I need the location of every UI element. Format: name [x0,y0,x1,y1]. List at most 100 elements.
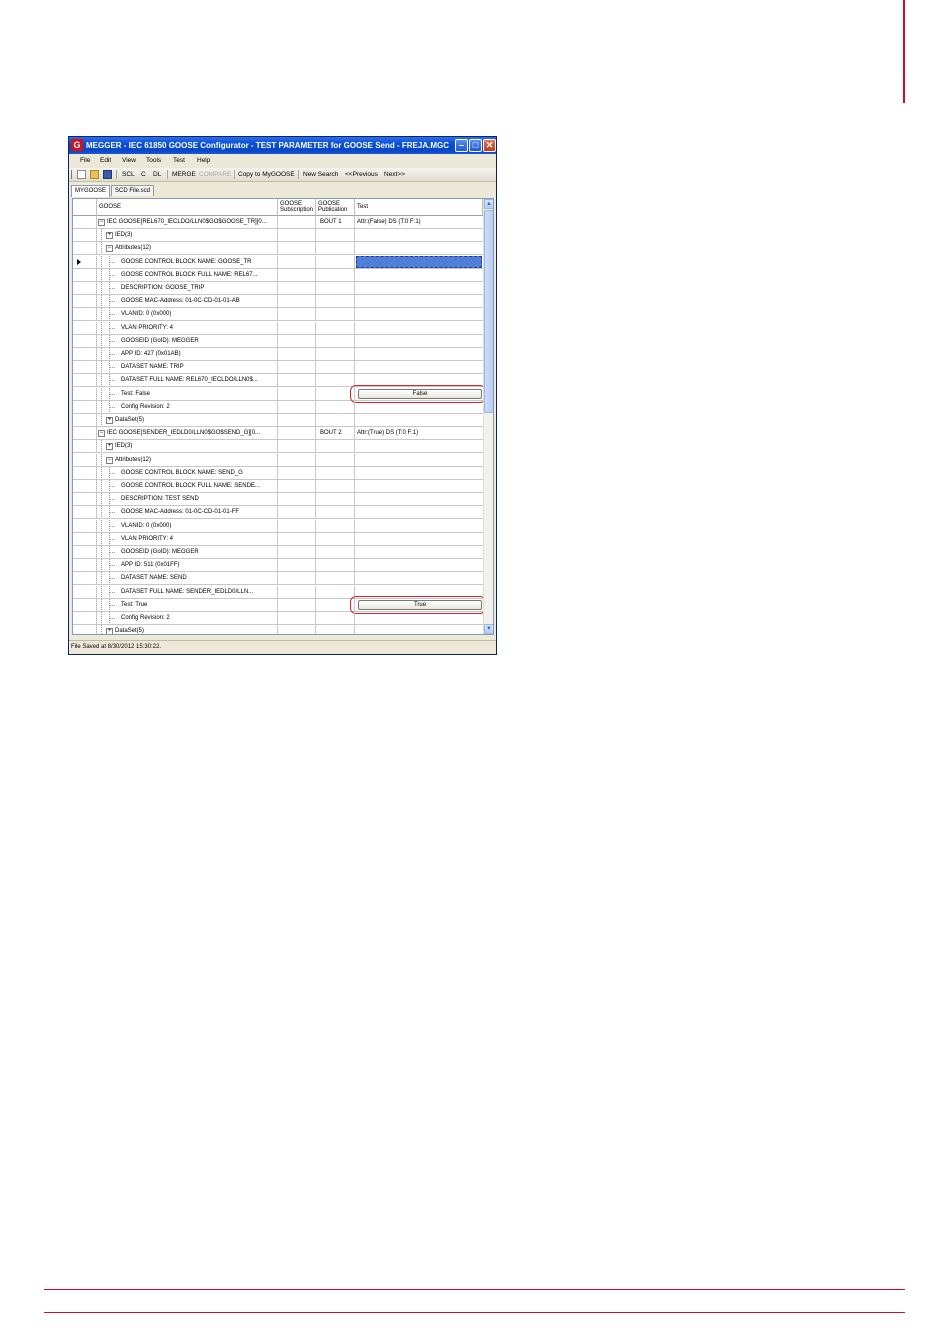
subscription-cell[interactable] [278,506,316,519]
subscription-cell[interactable] [278,559,316,572]
test-cell[interactable] [355,414,484,426]
publication-cell[interactable] [316,480,355,492]
column-header-test[interactable]: Test [355,199,483,216]
test-cell[interactable] [355,466,484,479]
subscription-cell[interactable] [278,466,316,479]
test-cell[interactable] [355,480,484,492]
title-bar[interactable]: G MEGGER - IEC 61850 GOOSE Configurator … [69,137,496,154]
publication-cell[interactable] [316,400,355,413]
row-selector[interactable] [73,440,97,453]
goose-cell[interactable]: GOOSEID (GoID): MEGGER [97,546,278,558]
menu-test[interactable]: Test [173,154,185,167]
selected-cell[interactable] [356,255,482,268]
table-row[interactable]: Config Revision: 2 [73,612,484,625]
close-icon[interactable]: ✕ [483,139,496,152]
row-selector[interactable] [73,268,97,281]
table-row[interactable]: DESCRIPTION: GOOSE_TRIP [73,282,484,295]
goose-cell[interactable]: VLAN PRIORITY: 4 [97,532,278,545]
goose-cell[interactable]: DATASET FULL NAME: SENDER_IEDLD0/LLN... [97,585,278,598]
test-cell[interactable] [355,440,484,453]
compare-button[interactable]: COMPARE [199,168,231,181]
test-cell[interactable]: Attr:(True) DS (T:0 F:1) [355,427,484,440]
publication-cell[interactable] [316,321,355,334]
publication-cell[interactable] [316,348,355,360]
test-cell[interactable] [355,625,484,634]
goose-cell[interactable]: VLANID: 0 (0x000) [97,308,278,321]
test-cell[interactable] [355,361,484,374]
test-cell[interactable] [355,572,484,585]
table-row[interactable]: DATASET NAME: TRIP [73,361,484,375]
tab-scd-file[interactable]: SCD File.scd [111,185,155,196]
row-selector[interactable] [73,532,97,545]
subscription-cell[interactable] [278,598,316,611]
test-cell[interactable] [355,532,484,545]
row-selector[interactable] [73,255,97,268]
publication-cell[interactable] [316,282,355,294]
subscription-cell[interactable] [278,374,316,387]
goose-cell[interactable]: Test: False [97,387,278,400]
row-selector[interactable] [73,453,97,466]
publication-cell[interactable] [316,242,355,255]
test-cell[interactable] [355,268,484,281]
publication-cell[interactable] [316,466,355,479]
subscription-cell[interactable] [278,480,316,492]
goose-cell[interactable]: GOOSE CONTROL BLOCK NAME: GOOSE_TR [97,255,278,268]
scrollbar-thumb[interactable] [484,210,493,413]
new-search-button[interactable]: New Search [303,168,338,181]
goose-cell[interactable]: DESCRIPTION: TEST SEND [97,493,278,506]
publication-cell[interactable] [316,506,355,519]
publication-cell[interactable] [316,546,355,558]
table-row[interactable]: VLANID: 0 (0x000) [73,519,484,533]
vertical-scrollbar[interactable]: ▲ ▼ [483,199,493,634]
table-row[interactable]: DATASET NAME: SEND [73,572,484,586]
row-selector[interactable] [73,612,97,624]
subscription-cell[interactable] [278,414,316,426]
publication-cell[interactable] [316,572,355,585]
goose-cell[interactable]: + DataSet(5) [97,414,278,426]
table-row[interactable]: + IED(3) [73,229,484,243]
row-selector[interactable] [73,466,97,479]
goose-cell[interactable]: GOOSE MAC-Address: 01-0C-CD-01-01-AB [97,295,278,308]
test-cell[interactable] [355,308,484,321]
test-cell[interactable] [355,242,484,255]
subscription-cell[interactable] [278,400,316,413]
row-selector[interactable] [73,374,97,387]
table-row[interactable]: + IED(3) [73,440,484,454]
subscription-cell[interactable] [278,268,316,281]
subscription-cell[interactable] [278,348,316,360]
subscription-cell[interactable] [278,361,316,374]
test-cell[interactable] [355,506,484,519]
subscription-cell[interactable] [278,453,316,466]
table-row[interactable]: GOOSE CONTROL BLOCK NAME: GOOSE_TR [73,255,484,269]
publication-cell[interactable] [316,295,355,308]
publication-cell[interactable] [316,361,355,374]
row-selector[interactable] [73,414,97,426]
scroll-up-icon[interactable]: ▲ [484,199,493,209]
goose-cell[interactable]: + IED(3) [97,229,278,242]
goose-cell[interactable]: VLAN PRIORITY: 4 [97,321,278,334]
publication-cell[interactable] [316,493,355,506]
table-row[interactable]: VLAN PRIORITY: 4 [73,532,484,546]
subscription-cell[interactable] [278,625,316,634]
expand-icon[interactable]: + [106,443,113,451]
goose-cell[interactable]: − Attributes(12) [97,453,278,466]
collapse-icon[interactable]: − [98,430,105,438]
test-cell[interactable] [355,282,484,294]
publication-cell[interactable] [316,374,355,387]
subscription-cell[interactable] [278,427,316,440]
menu-view[interactable]: View [122,154,136,167]
collapse-icon[interactable]: − [98,219,105,226]
publication-cell[interactable] [316,414,355,426]
table-row[interactable]: GOOSEID (GoID): MEGGER [73,334,484,348]
table-row[interactable]: GOOSE CONTROL BLOCK FULL NAME: SENDE... [73,480,484,493]
row-selector[interactable] [73,216,97,228]
goose-cell[interactable]: + IED(3) [97,440,278,453]
collapse-icon[interactable]: − [106,456,113,464]
publication-cell[interactable] [316,268,355,281]
subscription-cell[interactable] [278,572,316,585]
test-cell[interactable] [355,255,484,268]
goose-cell[interactable]: GOOSE CONTROL BLOCK FULL NAME: SENDE... [97,480,278,492]
goose-cell[interactable]: Config Revision: 2 [97,400,278,413]
publication-cell[interactable] [316,532,355,545]
table-row[interactable]: Config Revision: 2 [73,400,484,414]
